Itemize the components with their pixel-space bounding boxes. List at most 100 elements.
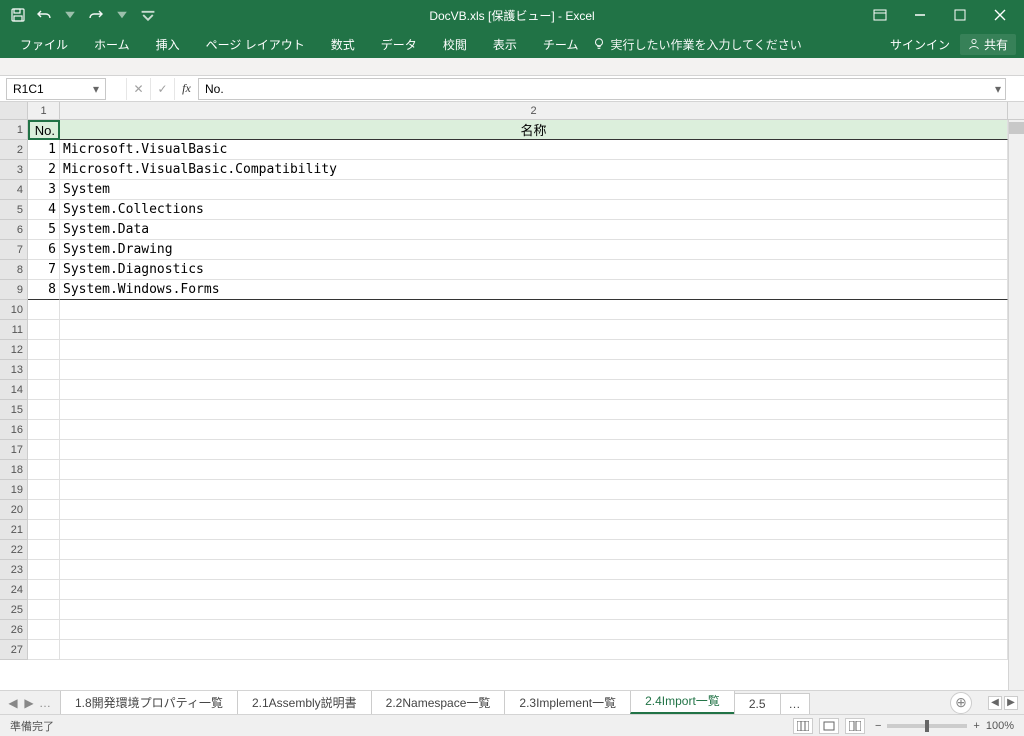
undo-icon[interactable] bbox=[32, 3, 56, 27]
cell[interactable]: System.Windows.Forms bbox=[60, 280, 1008, 300]
tab-data[interactable]: データ bbox=[369, 30, 429, 58]
cell[interactable] bbox=[28, 600, 60, 620]
tab-view[interactable]: 表示 bbox=[481, 30, 529, 58]
row-header[interactable]: 9 bbox=[0, 280, 28, 300]
formula-expand-icon[interactable]: ▾ bbox=[995, 82, 1001, 96]
cell[interactable] bbox=[60, 580, 1008, 600]
cell[interactable] bbox=[60, 400, 1008, 420]
cell[interactable] bbox=[60, 500, 1008, 520]
vertical-scrollbar[interactable] bbox=[1008, 120, 1024, 690]
minimize-button[interactable] bbox=[902, 2, 938, 28]
cell[interactable] bbox=[28, 640, 60, 660]
row-header[interactable]: 11 bbox=[0, 320, 28, 340]
cell[interactable] bbox=[28, 320, 60, 340]
sheet-tab-1-8[interactable]: 1.8開発環境プロパティ一覧 bbox=[60, 691, 238, 714]
cell[interactable]: System.Data bbox=[60, 220, 1008, 240]
cell[interactable] bbox=[60, 420, 1008, 440]
cell[interactable]: 4 bbox=[28, 200, 60, 220]
row-header[interactable]: 10 bbox=[0, 300, 28, 320]
name-box[interactable]: R1C1 ▾ bbox=[6, 78, 106, 100]
row-header[interactable]: 5 bbox=[0, 200, 28, 220]
cell[interactable] bbox=[60, 640, 1008, 660]
cell[interactable] bbox=[60, 560, 1008, 580]
row-header[interactable]: 16 bbox=[0, 420, 28, 440]
tab-file[interactable]: ファイル bbox=[8, 30, 80, 58]
select-all-corner[interactable] bbox=[0, 102, 28, 119]
cell[interactable]: System.Diagnostics bbox=[60, 260, 1008, 280]
row-header[interactable]: 8 bbox=[0, 260, 28, 280]
tab-team[interactable]: チーム bbox=[531, 30, 591, 58]
view-page-break-button[interactable] bbox=[845, 718, 865, 734]
row-header[interactable]: 12 bbox=[0, 340, 28, 360]
sheet-tab-overflow[interactable]: … bbox=[780, 693, 810, 714]
cell[interactable]: 5 bbox=[28, 220, 60, 240]
cell[interactable] bbox=[60, 620, 1008, 640]
view-normal-button[interactable] bbox=[793, 718, 813, 734]
row-header[interactable]: 22 bbox=[0, 540, 28, 560]
cell[interactable] bbox=[28, 420, 60, 440]
cell[interactable] bbox=[28, 520, 60, 540]
cell[interactable] bbox=[60, 440, 1008, 460]
row-header[interactable]: 6 bbox=[0, 220, 28, 240]
cell[interactable] bbox=[60, 480, 1008, 500]
cell[interactable] bbox=[28, 560, 60, 580]
cell[interactable] bbox=[60, 360, 1008, 380]
qat-customize-icon[interactable] bbox=[136, 3, 160, 27]
row-header[interactable]: 18 bbox=[0, 460, 28, 480]
column-header-1[interactable]: 1 bbox=[28, 102, 60, 119]
cancel-formula-button[interactable]: ✕ bbox=[126, 78, 150, 100]
column-header-2[interactable]: 2 bbox=[60, 102, 1008, 119]
tab-formulas[interactable]: 数式 bbox=[319, 30, 367, 58]
tab-home[interactable]: ホーム bbox=[82, 30, 142, 58]
row-header[interactable]: 20 bbox=[0, 500, 28, 520]
zoom-slider-track[interactable] bbox=[887, 724, 967, 728]
enter-formula-button[interactable]: ✓ bbox=[150, 78, 174, 100]
row-header[interactable]: 14 bbox=[0, 380, 28, 400]
hscroll-left-icon[interactable]: ◀ bbox=[988, 696, 1002, 710]
cell[interactable] bbox=[28, 620, 60, 640]
undo-dropdown-icon[interactable] bbox=[58, 3, 82, 27]
ribbon-display-icon[interactable] bbox=[862, 2, 898, 28]
row-header[interactable]: 17 bbox=[0, 440, 28, 460]
cell[interactable] bbox=[60, 600, 1008, 620]
cell[interactable] bbox=[28, 460, 60, 480]
cell[interactable] bbox=[28, 380, 60, 400]
tab-insert[interactable]: 挿入 bbox=[144, 30, 192, 58]
row-header[interactable]: 24 bbox=[0, 580, 28, 600]
maximize-button[interactable] bbox=[942, 2, 978, 28]
row-header[interactable]: 2 bbox=[0, 140, 28, 160]
row-header[interactable]: 1 bbox=[0, 120, 28, 140]
redo-icon[interactable] bbox=[84, 3, 108, 27]
cell[interactable] bbox=[28, 500, 60, 520]
sheet-tab-2-3[interactable]: 2.3Implement一覧 bbox=[504, 691, 631, 714]
add-sheet-button[interactable]: ⊕ bbox=[950, 692, 972, 714]
cell[interactable]: System.Drawing bbox=[60, 240, 1008, 260]
cell[interactable]: Microsoft.VisualBasic.Compatibility bbox=[60, 160, 1008, 180]
cell[interactable] bbox=[28, 580, 60, 600]
insert-function-button[interactable]: fx bbox=[174, 78, 198, 100]
chevron-down-icon[interactable]: ▾ bbox=[93, 82, 99, 96]
zoom-level[interactable]: 100% bbox=[986, 720, 1014, 732]
sheet-tab-2-4[interactable]: 2.4Import一覧 bbox=[630, 691, 735, 714]
cell[interactable] bbox=[28, 440, 60, 460]
sheet-tab-2-5[interactable]: 2.5 bbox=[734, 693, 781, 714]
hscroll-right-icon[interactable]: ▶ bbox=[1004, 696, 1018, 710]
cell[interactable]: 3 bbox=[28, 180, 60, 200]
sheet-tab-2-1[interactable]: 2.1Assembly説明書 bbox=[237, 691, 372, 714]
row-header[interactable]: 15 bbox=[0, 400, 28, 420]
cell[interactable] bbox=[28, 540, 60, 560]
cell[interactable] bbox=[28, 340, 60, 360]
row-header[interactable]: 23 bbox=[0, 560, 28, 580]
formula-input[interactable]: No. ▾ bbox=[198, 78, 1006, 100]
cell[interactable] bbox=[60, 380, 1008, 400]
close-button[interactable] bbox=[982, 2, 1018, 28]
cell[interactable] bbox=[60, 540, 1008, 560]
sheet-nav-more[interactable]: … bbox=[38, 696, 52, 710]
row-header[interactable]: 13 bbox=[0, 360, 28, 380]
cell[interactable] bbox=[28, 400, 60, 420]
zoom-out-button[interactable]: − bbox=[875, 720, 881, 732]
row-header[interactable]: 27 bbox=[0, 640, 28, 660]
tab-review[interactable]: 校閲 bbox=[431, 30, 479, 58]
row-header[interactable]: 21 bbox=[0, 520, 28, 540]
cell[interactable]: Microsoft.VisualBasic bbox=[60, 140, 1008, 160]
